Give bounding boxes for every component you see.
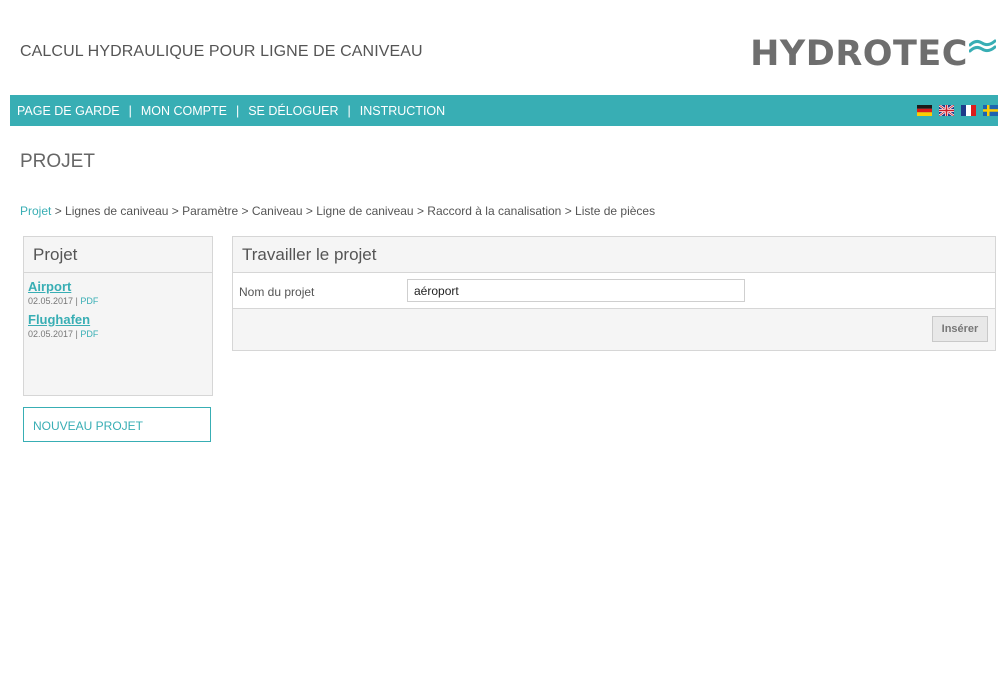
- project-list-item: Airport 02.05.2017 | PDF: [24, 273, 212, 306]
- logo-text: HYDROTEC: [750, 34, 968, 74]
- pdf-link[interactable]: PDF: [80, 329, 98, 339]
- nav-mon-compte[interactable]: MON COMPTE: [141, 104, 227, 118]
- swedish-flag-icon[interactable]: [983, 105, 998, 116]
- new-project-button[interactable]: NOUVEAU PROJET: [23, 407, 211, 442]
- breadcrumb: Projet > Lignes de caniveau > Paramètre …: [20, 204, 655, 218]
- main-nav: PAGE DE GARDE | MON COMPTE | SE DÉLOGUER…: [10, 95, 998, 126]
- project-edit-panel: Travailler le projet Nom du projet Insér…: [232, 236, 996, 351]
- uk-flag-icon[interactable]: [939, 105, 954, 116]
- page-title: PROJET: [20, 151, 95, 172]
- german-flag-icon[interactable]: [917, 105, 932, 116]
- project-sidebar: Projet Airport 02.05.2017 | PDF Flughafe…: [23, 236, 213, 396]
- language-flags: [917, 105, 998, 116]
- project-list-item: Flughafen 02.05.2017 | PDF: [24, 306, 212, 339]
- insert-button[interactable]: Insérer: [932, 316, 988, 342]
- project-name-input[interactable]: [407, 279, 745, 302]
- project-meta: 02.05.2017 | PDF: [28, 296, 212, 306]
- project-link-airport[interactable]: Airport: [28, 279, 212, 294]
- project-name-row: Nom du projet: [233, 273, 995, 309]
- nav-instruction[interactable]: INSTRUCTION: [360, 104, 445, 118]
- project-date: 02.05.2017: [28, 329, 74, 339]
- breadcrumb-link-projet[interactable]: Projet: [20, 204, 51, 218]
- pdf-link[interactable]: PDF: [80, 296, 98, 306]
- project-link-flughafen[interactable]: Flughafen: [28, 312, 212, 327]
- nav-page-de-garde[interactable]: PAGE DE GARDE: [17, 104, 120, 118]
- panel-title: Travailler le projet: [233, 237, 995, 273]
- nav-separator: |: [235, 103, 240, 118]
- project-date: 02.05.2017: [28, 296, 74, 306]
- project-meta: 02.05.2017 | PDF: [28, 329, 212, 339]
- nav-separator: |: [347, 103, 351, 118]
- nav-separator: |: [128, 103, 132, 118]
- sidebar-title: Projet: [24, 237, 212, 273]
- project-name-label: Nom du projet: [239, 285, 315, 299]
- logo-wave-icon: [969, 39, 996, 53]
- app-title: CALCUL HYDRAULIQUE POUR LIGNE DE CANIVEA…: [20, 43, 423, 60]
- breadcrumb-trail: > Lignes de caniveau > Paramètre > Caniv…: [51, 204, 656, 218]
- hydrotec-logo[interactable]: HYDROTEC: [750, 34, 996, 74]
- french-flag-icon[interactable]: [961, 105, 976, 116]
- nav-se-deloguer[interactable]: SE DÉLOGUER: [248, 104, 338, 118]
